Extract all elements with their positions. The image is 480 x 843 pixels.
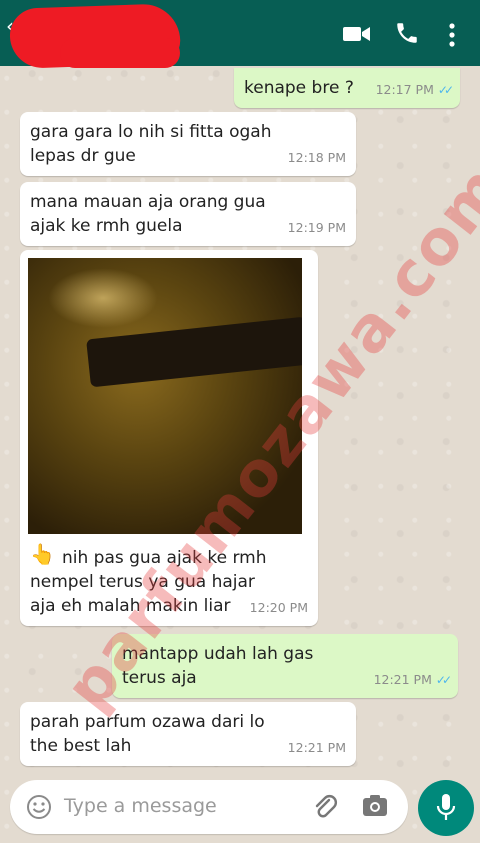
message-time: 12:17 PM ✓✓ — [375, 82, 454, 97]
phone-icon[interactable] — [394, 20, 420, 46]
microphone-icon — [436, 794, 456, 820]
message-incoming[interactable]: gara gara lo nih si fitta ogah lepas dr … — [20, 112, 356, 176]
redaction-mark — [60, 38, 180, 68]
message-incoming[interactable]: mana mauan aja orang gua ajak ke rmh gue… — [20, 182, 356, 246]
message-outgoing[interactable]: mantapp udah lah gas terus aja 12:21 PM ✓… — [112, 634, 458, 698]
message-incoming-image[interactable]: 👆 nih pas gua ajak ke rmh nempel terus y… — [20, 250, 318, 626]
message-text: mana mauan aja orang gua ajak ke rmh gue… — [30, 192, 266, 236]
message-input-placeholder[interactable]: Type a message — [64, 795, 217, 817]
message-time: 12:19 PM — [287, 220, 346, 235]
camera-icon[interactable] — [362, 794, 388, 818]
microphone-button[interactable] — [418, 780, 474, 836]
paperclip-icon[interactable] — [312, 792, 338, 822]
message-text: parah parfum ozawa dari lo the best lah — [30, 712, 265, 756]
message-text: gara gara lo nih si fitta ogah lepas dr … — [30, 122, 272, 166]
more-vertical-icon[interactable] — [446, 22, 458, 48]
message-time: 12:20 PM — [249, 600, 308, 615]
message-incoming[interactable]: parah parfum ozawa dari lo the best lah … — [20, 702, 356, 766]
read-ticks-icon: ✓✓ — [437, 83, 454, 97]
message-time: 12:21 PM — [287, 740, 346, 755]
message-text: mantapp udah lah gas terus aja — [122, 644, 314, 688]
message-time: 12:21 PM ✓✓ — [373, 672, 452, 687]
message-time: 12:18 PM — [287, 150, 346, 165]
message-text: kenape bre ? — [244, 78, 354, 98]
message-text: nih pas gua ajak ke rmh nempel terus ya … — [30, 548, 267, 616]
emoji-icon[interactable] — [26, 794, 52, 820]
read-ticks-icon: ✓✓ — [435, 673, 452, 687]
chat-header: ‹ — [0, 0, 480, 69]
video-camera-icon[interactable] — [342, 24, 372, 44]
message-outgoing[interactable]: kenape bre ? 12:17 PM ✓✓ — [234, 68, 460, 108]
message-composer[interactable]: Type a message — [10, 780, 408, 834]
photo-attachment[interactable] — [28, 258, 302, 534]
